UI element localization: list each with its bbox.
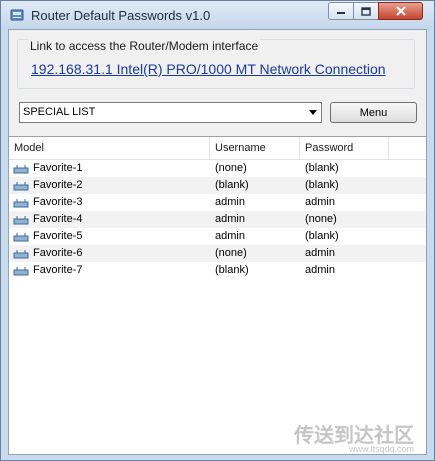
table-row[interactable]: Favorite-4 admin (none) bbox=[9, 211, 426, 228]
app-window: Router Default Passwords v1.0 Link to ac… bbox=[0, 0, 435, 461]
model-cell: Favorite-5 bbox=[33, 230, 83, 242]
column-header-password[interactable]: Password bbox=[300, 137, 389, 159]
window-title: Router Default Passwords v1.0 bbox=[31, 8, 211, 23]
password-cell: (blank) bbox=[305, 179, 339, 191]
username-cell: admin bbox=[215, 196, 245, 208]
client-area: Link to access the Router/Modem interfac… bbox=[8, 29, 427, 455]
watermark-url: www.itsqdq.com bbox=[348, 444, 414, 454]
password-cell: admin bbox=[305, 196, 335, 208]
username-cell: (none) bbox=[215, 247, 247, 259]
close-icon bbox=[395, 6, 406, 16]
list-select-value: SPECIAL LIST bbox=[23, 106, 96, 118]
table-row[interactable]: Favorite-6 (none) admin bbox=[9, 245, 426, 262]
password-cell: admin bbox=[305, 247, 335, 259]
username-cell: admin bbox=[215, 230, 245, 242]
minimize-button[interactable] bbox=[328, 2, 354, 20]
username-cell: (blank) bbox=[215, 179, 249, 191]
router-interface-link[interactable]: 192.168.31.1 Intel(R) PRO/1000 MT Networ… bbox=[31, 61, 386, 77]
router-link-group: Link to access the Router/Modem interfac… bbox=[17, 39, 415, 89]
username-cell: admin bbox=[215, 213, 245, 225]
table-row[interactable]: Favorite-3 admin admin bbox=[9, 194, 426, 211]
close-button[interactable] bbox=[378, 2, 423, 20]
table-row[interactable]: Favorite-5 admin (blank) bbox=[9, 228, 426, 245]
password-cell: (blank) bbox=[305, 162, 339, 174]
table-row[interactable]: Favorite-1 (none) (blank) bbox=[9, 160, 426, 177]
dropdown-arrow-icon[interactable] bbox=[305, 103, 321, 122]
model-cell: Favorite-2 bbox=[33, 179, 83, 191]
watermark-text: 传送到达社区 bbox=[294, 425, 414, 447]
router-icon bbox=[13, 182, 29, 191]
table-row[interactable]: Favorite-7 (blank) admin bbox=[9, 262, 426, 279]
minimize-icon bbox=[337, 12, 345, 14]
router-app-icon bbox=[10, 9, 24, 21]
column-header-username[interactable]: Username bbox=[210, 137, 300, 159]
password-list[interactable]: Model Username Password Favorite-1 (none… bbox=[9, 136, 426, 454]
list-header: Model Username Password bbox=[9, 137, 426, 160]
username-cell: (none) bbox=[215, 162, 247, 174]
model-cell: Favorite-7 bbox=[33, 264, 83, 276]
table-row[interactable]: Favorite-2 (blank) (blank) bbox=[9, 177, 426, 194]
username-cell: (blank) bbox=[215, 264, 249, 276]
router-icon bbox=[13, 216, 29, 225]
model-cell: Favorite-1 bbox=[33, 162, 83, 174]
router-icon bbox=[13, 250, 29, 259]
model-cell: Favorite-4 bbox=[33, 213, 83, 225]
password-cell: (none) bbox=[305, 213, 337, 225]
password-cell: (blank) bbox=[305, 230, 339, 242]
maximize-button[interactable] bbox=[353, 2, 379, 20]
model-cell: Favorite-6 bbox=[33, 247, 83, 259]
router-icon bbox=[13, 267, 29, 276]
menu-button[interactable]: Menu bbox=[330, 102, 417, 123]
router-link-group-label: Link to access the Router/Modem interfac… bbox=[28, 39, 261, 53]
list-select[interactable]: SPECIAL LIST bbox=[19, 102, 322, 123]
router-icon bbox=[13, 165, 29, 174]
title-bar[interactable]: Router Default Passwords v1.0 bbox=[1, 1, 434, 29]
router-icon bbox=[13, 233, 29, 242]
password-cell: admin bbox=[305, 264, 335, 276]
router-icon bbox=[13, 199, 29, 208]
maximize-icon bbox=[361, 6, 371, 16]
model-cell: Favorite-3 bbox=[33, 196, 83, 208]
column-header-model[interactable]: Model bbox=[9, 137, 210, 159]
